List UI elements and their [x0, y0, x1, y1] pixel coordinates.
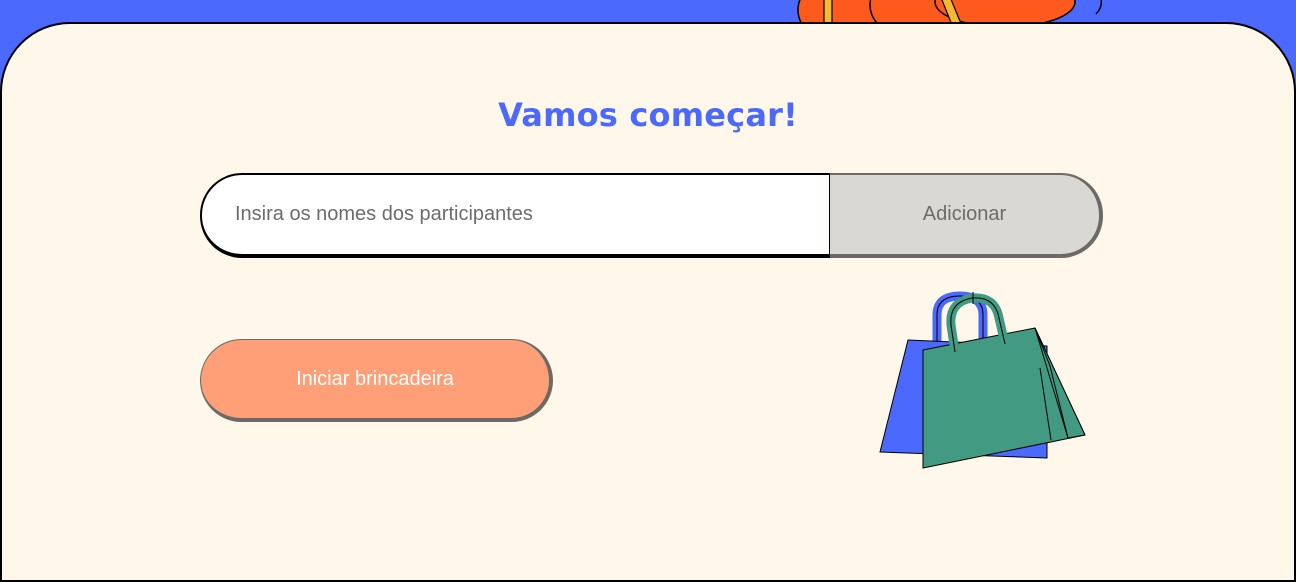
page-title: Vamos começar!	[498, 96, 798, 134]
add-participant-button[interactable]: Adicionar	[830, 173, 1103, 258]
participant-name-input[interactable]	[200, 173, 832, 258]
participant-form: Adicionar	[200, 173, 1103, 258]
shopping-bags-icon	[879, 291, 1086, 469]
start-game-button[interactable]: Iniciar brincadeira	[200, 339, 553, 422]
